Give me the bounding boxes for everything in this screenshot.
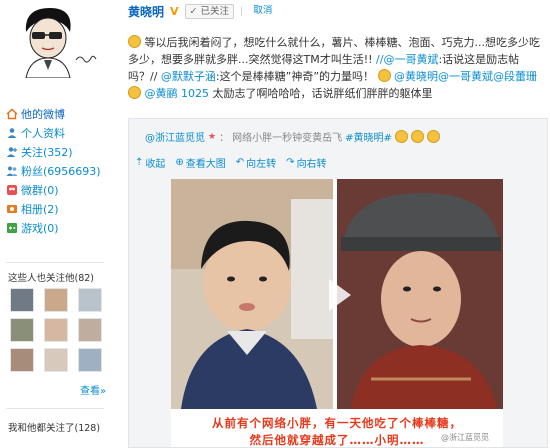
feed: 黄晓明 V ✓ 已关注 | 取消 等以后我闲着闷了，想吃什么就什么，薯片、棒棒糖…: [118, 0, 550, 448]
zoom-icon: ⊕: [175, 157, 184, 168]
fans-icon: [6, 165, 18, 177]
user-avatar[interactable]: [78, 288, 102, 312]
sidebar-item-following[interactable]: 关注(352): [6, 142, 110, 161]
sidebar-item-fans[interactable]: 粉丝(6956693): [6, 161, 110, 180]
star-icon: ★: [208, 131, 217, 142]
sidebar-item-label: 游戏(0): [21, 221, 59, 235]
rotate-right-button[interactable]: ↷ 向右转: [286, 155, 326, 170]
emoji-icon: [426, 130, 440, 143]
avatar[interactable]: [4, 2, 104, 78]
sidebar-item-label: 相册(2): [21, 202, 59, 216]
see-more-link[interactable]: 查看»: [80, 382, 106, 397]
follow-status-button[interactable]: ✓ 已关注: [184, 4, 235, 19]
sidebar-divider: [6, 262, 104, 263]
repost-card: @浙江蓝觅觅 ★ ： 网络小胖一秒钟变黄岳飞 #黄晓明# ⇡ 收起 ⊕ 查看大图 ↶…: [128, 118, 548, 448]
image-watermark: @浙江蓝觅觅: [441, 433, 489, 442]
follow-divider: |: [240, 6, 244, 17]
emoji-icon: [377, 69, 391, 82]
mention-link[interactable]: 1025: [181, 87, 209, 100]
user-avatar[interactable]: [44, 288, 68, 312]
user-avatar[interactable]: [44, 348, 68, 372]
repost-header: @浙江蓝觅觅 ★ ： 网络小胖一秒钟变黄岳飞 #黄晓明#: [145, 129, 440, 144]
rotate-right-icon: ↷: [286, 157, 295, 168]
sidebar-divider: [6, 408, 104, 409]
sidebar-item-album[interactable]: 相册(2): [6, 199, 110, 218]
collapse-button[interactable]: ⇡ 收起: [135, 155, 165, 170]
next-arrow-icon: [329, 279, 351, 311]
user-avatar[interactable]: [10, 318, 34, 342]
repost-text: 网络小胖一秒钟变黄岳飞: [232, 133, 343, 144]
emoji-icon: [410, 130, 424, 143]
view-large-button[interactable]: ⊕ 查看大图: [175, 155, 225, 170]
person-icon: [6, 127, 18, 139]
hashtag-link[interactable]: #黄晓明#: [345, 129, 392, 144]
post-text: 等以后我闲着闷了，想吃什么就什么，薯片、棒棒糖、泡面、巧克力...想吃多少吃多少…: [128, 35, 540, 100]
group-icon: [6, 184, 18, 196]
left-sidebar: 他的微博 个人资料 关注(352) 粉丝(6956693) 微群(0) 相册(2…: [0, 0, 112, 448]
profile-header: 黄晓明 V ✓ 已关注 | 取消: [128, 3, 276, 20]
user-avatar[interactable]: [10, 288, 34, 312]
mention-link[interactable]: @默默子涵: [161, 70, 216, 83]
house-icon: [6, 108, 18, 120]
verified-icon: V: [170, 5, 179, 18]
follow-icon: [6, 146, 18, 158]
sidebar-item-games[interactable]: 游戏(0): [6, 218, 110, 237]
unfollow-link[interactable]: 取消: [249, 4, 276, 19]
rotate-left-button[interactable]: ↶ 向左转: [236, 155, 276, 170]
repost-source-link[interactable]: @浙江蓝觅觅: [145, 129, 205, 144]
album-icon: [6, 203, 18, 215]
sidebar-item-groups[interactable]: 微群(0): [6, 180, 110, 199]
sidebar-item-label: 微群(0): [21, 183, 59, 197]
emoji-icon: [394, 130, 408, 143]
sidebar-item-profile[interactable]: 个人资料: [6, 123, 110, 142]
rotate-left-icon: ↶: [235, 157, 245, 168]
emoji-icon: [128, 35, 141, 48]
mention-link[interactable]: @段蕾珊: [493, 70, 537, 83]
sidebar-menu: 他的微博 个人资料 关注(352) 粉丝(6956693) 微群(0) 相册(2…: [6, 104, 110, 237]
sidebar-item-weibo[interactable]: 他的微博: [6, 104, 110, 123]
user-avatar[interactable]: [78, 348, 102, 372]
mention-link[interactable]: //@一哥黄斌: [376, 53, 438, 66]
post-image[interactable]: 从前有个网络小胖，有一天他吃了个棒棒糖， 然后他就穿越成了……小明…… @浙江蓝…: [171, 179, 503, 447]
also-follow-title: 这些人也关注他(82): [8, 273, 95, 284]
sidebar-item-label: 关注(352): [21, 145, 73, 159]
game-icon: [6, 222, 18, 234]
mention-link[interactable]: @一哥黄斌: [438, 70, 493, 83]
image-actions: ⇡ 收起 ⊕ 查看大图 ↶ 向左转 ↷ 向右转: [135, 155, 327, 170]
user-avatar[interactable]: [78, 318, 102, 342]
mutual-follow-title: 我和他都关注了(128): [8, 423, 101, 434]
image-caption-line1: 从前有个网络小胖，有一天他吃了个棒棒糖，: [212, 416, 462, 430]
sidebar-item-label: 粉丝(6956693): [21, 164, 101, 178]
sidebar-item-label: 他的微博: [21, 107, 65, 121]
collapse-icon: ⇡: [135, 157, 144, 168]
mention-link[interactable]: @黄鹂: [145, 87, 178, 100]
user-avatar[interactable]: [44, 318, 68, 342]
also-follow-grid: [10, 288, 110, 372]
emoji-icon: [128, 86, 141, 99]
sidebar-item-label: 个人资料: [21, 126, 65, 140]
mention-link[interactable]: @黄晓明: [394, 70, 438, 83]
username[interactable]: 黄晓明: [128, 3, 164, 20]
user-avatar[interactable]: [10, 348, 34, 372]
